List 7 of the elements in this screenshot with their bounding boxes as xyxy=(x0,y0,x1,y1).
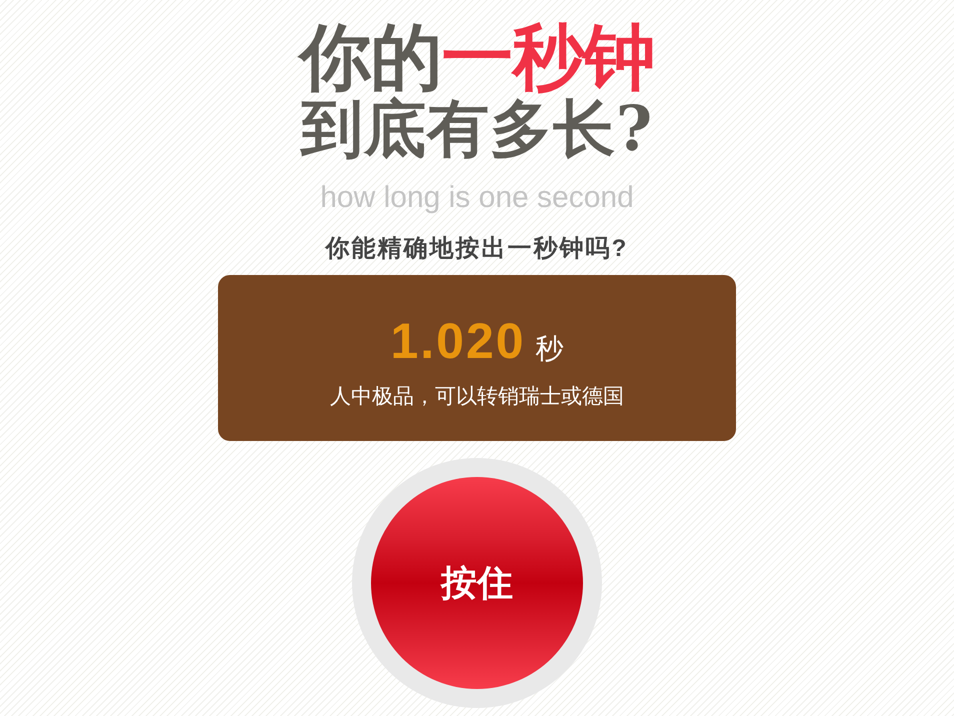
question-text: 你能精确地按出一秒钟吗? xyxy=(326,234,628,264)
result-comment: 人中极品，可以转销瑞士或德国 xyxy=(330,384,624,410)
hold-button[interactable]: 按住 xyxy=(371,477,583,689)
page-title: 你的一秒钟 到底有多长? xyxy=(300,18,654,162)
result-unit: 秒 xyxy=(536,332,564,366)
subtitle: how long is one second xyxy=(320,180,634,216)
result-time: 1.020 xyxy=(390,313,526,369)
